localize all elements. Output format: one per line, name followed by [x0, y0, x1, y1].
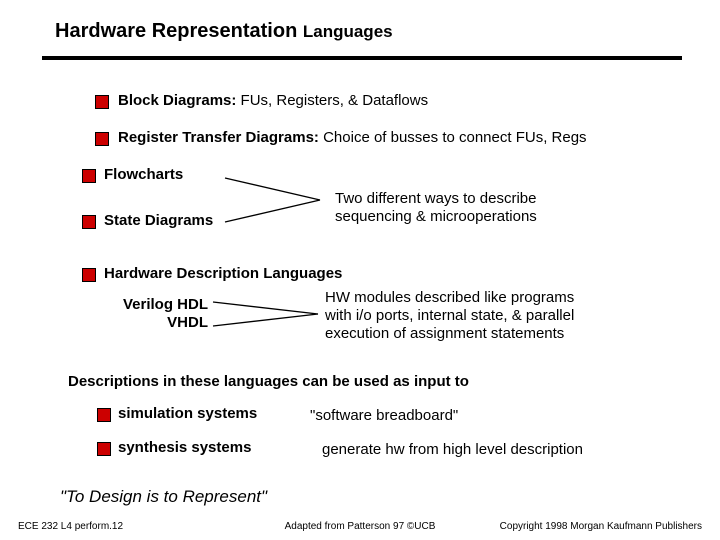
item-block-rest: FUs, Registers, & Dataflows	[236, 92, 428, 109]
bullet-icon	[97, 408, 111, 422]
item-simulation: simulation systems	[118, 405, 257, 422]
hdl-list: Verilog HDL VHDL	[108, 296, 208, 332]
bullet-icon	[95, 95, 109, 109]
brace-connector-icon	[213, 293, 328, 335]
seq-desc: Two different ways to describe sequencin…	[335, 190, 537, 226]
item-flowcharts: Flowcharts	[104, 166, 183, 183]
brace-connector-icon	[225, 170, 345, 230]
item-block-diagrams: Block Diagrams: FUs, Registers, & Datafl…	[118, 92, 428, 109]
hdl-desc-l1: HW modules described like programs	[325, 289, 574, 307]
item-block-bold: Block Diagrams:	[118, 92, 236, 109]
slide: Hardware Representation Languages Block …	[0, 0, 720, 540]
bullet-icon	[82, 169, 96, 183]
hdl-desc: HW modules described like programs with …	[325, 289, 574, 343]
item-hdl-heading: Hardware Description Languages	[104, 265, 342, 282]
hdl-vhdl: VHDL	[108, 314, 208, 332]
desc-intro: Descriptions in these languages can be u…	[68, 373, 469, 390]
hdl-desc-l2: with i/o ports, internal state, & parall…	[325, 307, 574, 325]
bullet-icon	[95, 132, 109, 146]
hdl-verilog: Verilog HDL	[108, 296, 208, 314]
bullet-icon	[97, 442, 111, 456]
seq-desc-l2: sequencing & microoperations	[335, 208, 537, 226]
seq-desc-l1: Two different ways to describe	[335, 190, 537, 208]
item-rtd-bold: Register Transfer Diagrams:	[118, 129, 319, 146]
title-main: Hardware Representation	[55, 20, 303, 42]
item-rtd-rest: Choice of busses to connect FUs, Regs	[319, 129, 587, 146]
quote: "To Design is to Represent"	[60, 487, 267, 507]
bullet-icon	[82, 268, 96, 282]
syn-desc: generate hw from high level description	[322, 441, 583, 458]
title-rule	[42, 56, 682, 60]
hdl-desc-l3: execution of assignment statements	[325, 325, 574, 343]
title-lang: Languages	[303, 22, 393, 41]
bullet-icon	[82, 215, 96, 229]
sim-desc: "software breadboard"	[310, 407, 458, 424]
item-rtd: Register Transfer Diagrams: Choice of bu…	[118, 129, 587, 146]
footer-right: Copyright 1998 Morgan Kaufmann Publisher…	[500, 521, 702, 532]
slide-title: Hardware Representation Languages	[55, 20, 393, 43]
item-synthesis: synthesis systems	[118, 439, 251, 456]
item-state-diagrams: State Diagrams	[104, 212, 213, 229]
